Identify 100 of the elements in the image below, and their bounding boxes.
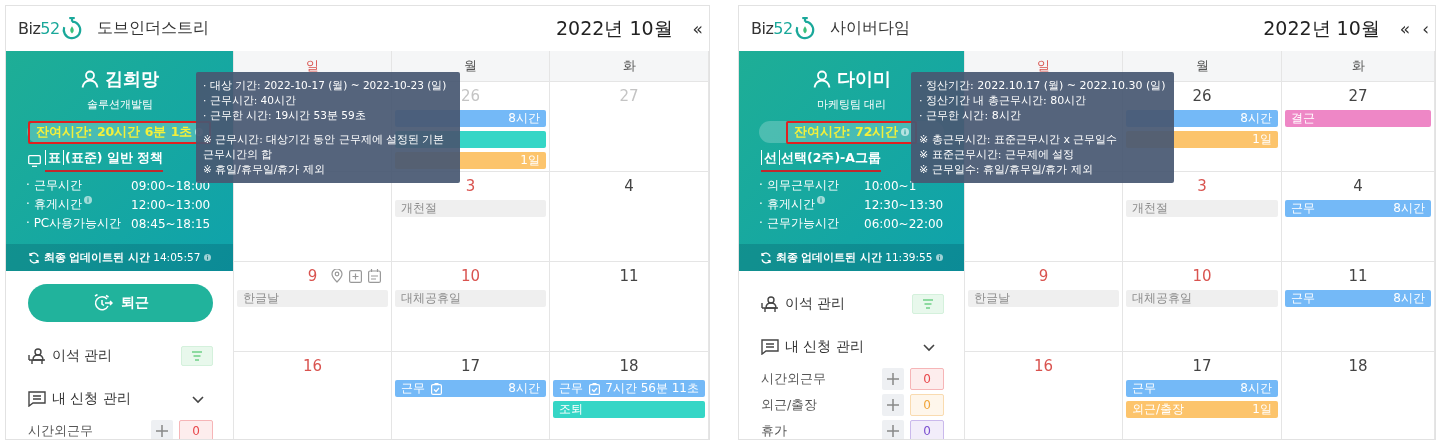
event-value: 8시간 <box>1240 380 1272 397</box>
hours-value: 10:00~1 <box>864 178 918 193</box>
refresh-icon[interactable] <box>27 251 40 264</box>
nav-button[interactable]: « <box>690 18 705 39</box>
day-number[interactable]: 4 <box>624 177 634 195</box>
user-name: 다이미 <box>836 67 891 91</box>
policy-link[interactable]: 선 선택(2주)-A그룹 <box>761 150 881 172</box>
add-button[interactable] <box>882 420 904 439</box>
hours-value: 06:00~22:00 <box>864 216 945 231</box>
remaining-time: 잔여시간: 20시간 6분 1초 <box>35 123 193 141</box>
desk-icon <box>761 295 779 313</box>
tooltip-note: ※ 휴일/휴무일/휴가 제외 <box>203 162 326 177</box>
day-number[interactable]: 18 <box>1348 357 1368 375</box>
day-number[interactable]: 11 <box>619 267 639 285</box>
event-label: 한글날 <box>974 290 1010 307</box>
tooltip-line: · 근무한 시간: 8시간 <box>919 108 1022 123</box>
company-name: 사이버다임 <box>829 18 910 39</box>
weekday-label: 월 <box>464 57 477 75</box>
plus-icon <box>887 373 899 385</box>
tooltip-line: · 근무한 시간: 19시간 53분 59초 <box>203 108 367 123</box>
event-value: 1일 <box>520 152 540 169</box>
day-number[interactable]: 3 <box>1197 177 1207 195</box>
policy-link[interactable]: 표 (표준) 일반 정책 <box>45 150 164 172</box>
event-label: 외근/출장 <box>1132 401 1185 418</box>
event-label: 근무 <box>1132 380 1156 397</box>
menu-title[interactable]: 이석 관리 <box>785 295 906 313</box>
event-bar[interactable]: 근무 7시간 56분 11초 <box>553 380 705 397</box>
menu-title[interactable]: 내 신청 관리 <box>52 390 185 408</box>
clock-icon <box>60 16 83 41</box>
day-number[interactable]: 26 <box>1192 87 1212 105</box>
event-label: 조퇴 <box>559 401 583 418</box>
day-number[interactable]: 27 <box>1348 87 1368 105</box>
day-number[interactable]: 16 <box>1033 357 1054 375</box>
weekday-label: 월 <box>1195 57 1209 75</box>
weekday-label: 일 <box>1037 57 1050 75</box>
event-value: 8시간 <box>1393 290 1425 307</box>
day-number[interactable]: 9 <box>307 267 318 285</box>
event-bar[interactable]: 근무 8시간 <box>1126 380 1278 397</box>
event-value: 8시간 <box>508 110 540 127</box>
event-label: 근무 <box>401 380 425 397</box>
day-number[interactable]: 17 <box>1192 357 1212 375</box>
day-number[interactable]: 16 <box>302 357 323 375</box>
hours-label: · 휴게시간 <box>759 196 815 213</box>
day-number[interactable]: 11 <box>1348 267 1368 285</box>
event-label: 한글날 <box>243 290 279 307</box>
day-number[interactable]: 10 <box>1192 267 1212 285</box>
event-value: 1일 <box>1252 401 1272 418</box>
holiday-bar[interactable]: 대체공휴일 <box>395 290 546 307</box>
hours-label: · PC사용가능시간 <box>26 215 122 232</box>
request-count[interactable]: 0 <box>910 368 944 390</box>
request-count[interactable]: 0 <box>179 420 213 439</box>
holiday-bar[interactable]: 한글날 <box>237 290 388 307</box>
event-value: 7시간 56분 11초 <box>605 380 699 397</box>
menu-title[interactable]: 내 신청 관리 <box>785 338 916 356</box>
event-value: 8시간 <box>1393 200 1425 217</box>
logo-text: Biz52 <box>18 19 60 38</box>
hours-value: 09:00~18:00 <box>131 178 212 193</box>
day-number[interactable]: 3 <box>465 177 476 195</box>
event-value: 1일 <box>1252 131 1272 148</box>
clock-out-button[interactable]: 퇴근 <box>28 284 213 322</box>
nav-button[interactable]: ‹ <box>1420 18 1431 39</box>
calendar-icon[interactable] <box>368 269 382 283</box>
request-count[interactable]: 0 <box>910 420 944 439</box>
day-number[interactable]: 18 <box>619 357 639 375</box>
request-type: 휴가 <box>761 422 788 439</box>
company-name: 도브인더스트리 <box>96 18 209 39</box>
event-label: 대체공휴일 <box>401 290 461 307</box>
hours-label: · 근무가능시간 <box>759 215 839 232</box>
tooltip-line: · 정산기간: 2022.10.17 (월) ~ 2022.10.30 (일) <box>919 78 1166 93</box>
event-bar[interactable]: 결근 <box>1285 110 1431 127</box>
person-icon <box>80 70 99 88</box>
event-bar[interactable]: 근무 8시간 <box>1285 200 1431 217</box>
event-bar[interactable]: 근무 8시간 <box>1285 290 1431 307</box>
holiday-bar[interactable]: 개천절 <box>395 200 546 217</box>
add-button[interactable] <box>882 368 904 390</box>
day-number[interactable]: 10 <box>460 267 481 285</box>
holiday-bar[interactable]: 한글날 <box>968 290 1119 307</box>
day-number[interactable]: 17 <box>460 357 481 375</box>
day-number[interactable]: 4 <box>1353 177 1363 195</box>
add-button[interactable] <box>882 394 904 416</box>
nav-button[interactable]: « <box>1397 18 1413 39</box>
event-bar[interactable]: 근무 8시간 <box>395 380 546 397</box>
team-name: 솔루션개발팀 <box>86 97 153 112</box>
tooltip-line: · 근무시간: 40시간 <box>203 93 297 108</box>
menu-title[interactable]: 이석 관리 <box>52 347 175 365</box>
tooltip-line: · 정산기간 내 총근무시간: 80시간 <box>919 93 1088 108</box>
remaining-time: 잔여시간: 72시간 <box>793 123 899 141</box>
add-button[interactable] <box>151 420 173 439</box>
refresh-icon[interactable] <box>759 251 772 264</box>
alarm-clock-icon <box>92 294 113 312</box>
holiday-bar[interactable]: 개천절 <box>1126 200 1278 217</box>
add-icon[interactable] <box>349 269 363 283</box>
list-button[interactable] <box>912 294 944 314</box>
day-number[interactable]: 9 <box>1038 267 1049 285</box>
list-button[interactable] <box>181 346 213 366</box>
pin-icon[interactable] <box>331 269 344 283</box>
desk-icon <box>28 347 46 365</box>
list-icon <box>191 351 203 361</box>
holiday-bar[interactable]: 대체공휴일 <box>1126 290 1278 307</box>
event-label: 결근 <box>1291 110 1315 127</box>
